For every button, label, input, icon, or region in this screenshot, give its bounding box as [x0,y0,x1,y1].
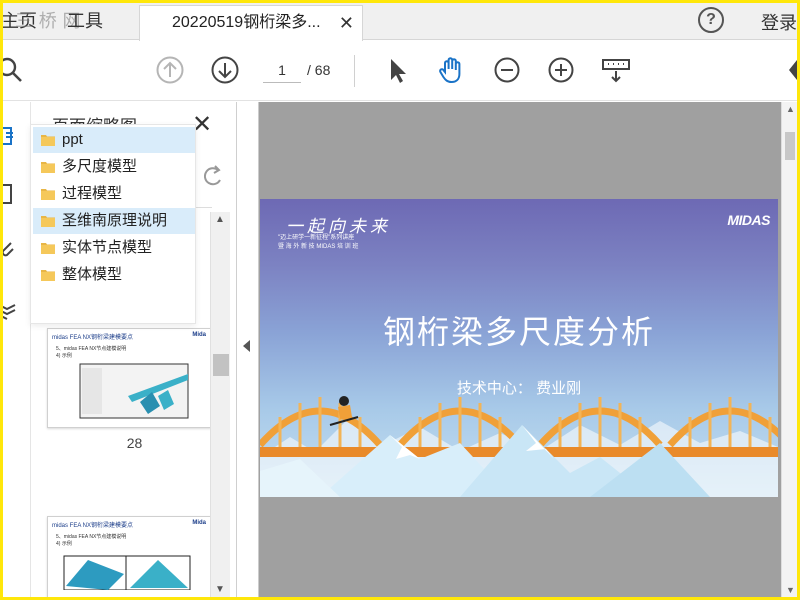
page-icon[interactable] [3,182,21,206]
scroll-down-icon[interactable]: ▼ [786,585,795,595]
page-thumbnail[interactable]: midas FEA NX钢桁梁建模要点 Mida 5、midas FEA NX节点… [47,516,211,597]
tab-close-icon[interactable]: ✕ [339,6,354,40]
folder-item[interactable]: 圣维南原理说明 [33,208,195,234]
scroll-up-icon[interactable]: ▲ [215,214,225,225]
search-icon[interactable] [3,53,27,87]
slide-page: 一起向未来 "迈上研学一新征程"系列讲座 暨 海 外 新 技 MIDAS 培 训… [260,199,778,497]
toolbar-divider [354,55,355,87]
app-window: 主页 三 桥 网 工具 20220519钢桁梁多... ✕ ? 登录 1 / 6… [3,3,797,597]
folder-item[interactable]: 实体节点模型 [33,235,195,261]
thumbnail-header: midas FEA NX钢桁梁建模要点 Mida [52,332,206,341]
previous-page-icon[interactable] [153,53,187,87]
thumbnail-figure [63,555,191,591]
midas-logo: MIDAS [727,212,770,228]
folder-icon [41,162,55,173]
page-total: / 68 [307,62,331,78]
document-view[interactable]: 一起向未来 "迈上研学一新征程"系列讲座 暨 海 外 新 技 MIDAS 培 训… [259,102,781,597]
folder-item[interactable]: ppt [33,127,195,153]
attachment-icon[interactable] [3,238,21,262]
zoom-in-icon[interactable] [544,53,578,87]
bridge-illustration [260,396,778,497]
scroll-up-icon[interactable]: ▲ [786,104,795,114]
folder-item[interactable]: 整体模型 [33,262,195,288]
tab-document-title: 20220519钢桁梁多... [172,14,321,31]
folder-dropdown: ppt 多尺度模型 过程模型 圣维南原理说明 实体节点模型 整体模型 [30,124,196,324]
tab-tools-label[interactable]: 工具 [67,3,103,39]
thumbnail-text: 5、midas FEA NX节点建模说明 4) 示例 [56,346,127,359]
collapse-panel-icon[interactable] [243,340,250,352]
tab-bar: 主页 三 桥 网 工具 20220519钢桁梁多... ✕ ? 登录 [3,3,797,41]
panel-splitter[interactable] [237,102,259,597]
next-page-icon[interactable] [208,53,242,87]
folder-item[interactable]: 过程模型 [33,181,195,207]
folder-icon [41,216,55,227]
rotate-icon[interactable] [203,164,224,195]
folder-icon [41,243,55,254]
thumbnail-scrollbar[interactable]: ▲ ▼ [210,212,230,597]
page-thumbnail[interactable]: midas FEA NX钢桁梁建模要点 Mida 5、midas FEA NX节点… [47,328,211,428]
scroll-down-icon[interactable]: ▼ [215,584,225,595]
document-scrollbar[interactable]: ▲ ▼ [781,102,797,597]
folder-item[interactable]: 多尺度模型 [33,154,195,180]
folder-icon [41,135,55,146]
login-button[interactable]: 登录 [761,9,797,35]
tab-home[interactable]: 主页 三 桥 网 工具 [3,3,135,40]
toolbar: 1 / 68 [3,41,797,101]
thumbnail-figure [79,363,189,419]
tab-document[interactable]: 20220519钢桁梁多... ✕ [139,5,363,41]
more-options-icon[interactable] [778,53,797,87]
folder-icon [41,270,55,281]
select-cursor-icon[interactable] [380,53,414,87]
thumbnail-header: midas FEA NX钢桁梁建模要点 Mida [52,520,206,529]
thumbnail-text: 5、midas FEA NX节点建模说明 4) 示例 [56,534,127,547]
folder-icon [41,189,55,200]
thumbnail-page-number: 28 [126,435,143,451]
zoom-out-icon[interactable] [490,53,524,87]
hand-tool-icon[interactable] [435,53,469,87]
help-icon[interactable]: ? [698,7,724,33]
fit-width-icon[interactable] [599,53,633,87]
page-number-input[interactable]: 1 [263,57,301,83]
left-icon-strip [3,102,31,597]
scrollbar-thumb[interactable] [785,132,795,160]
layers-icon[interactable] [3,298,21,322]
slide-brand-subtitle: "迈上研学一新征程"系列讲座 暨 海 外 新 技 MIDAS 培 训 班 [278,235,359,250]
scrollbar-thumb[interactable] [213,354,229,376]
bookmark-icon[interactable] [3,124,21,148]
